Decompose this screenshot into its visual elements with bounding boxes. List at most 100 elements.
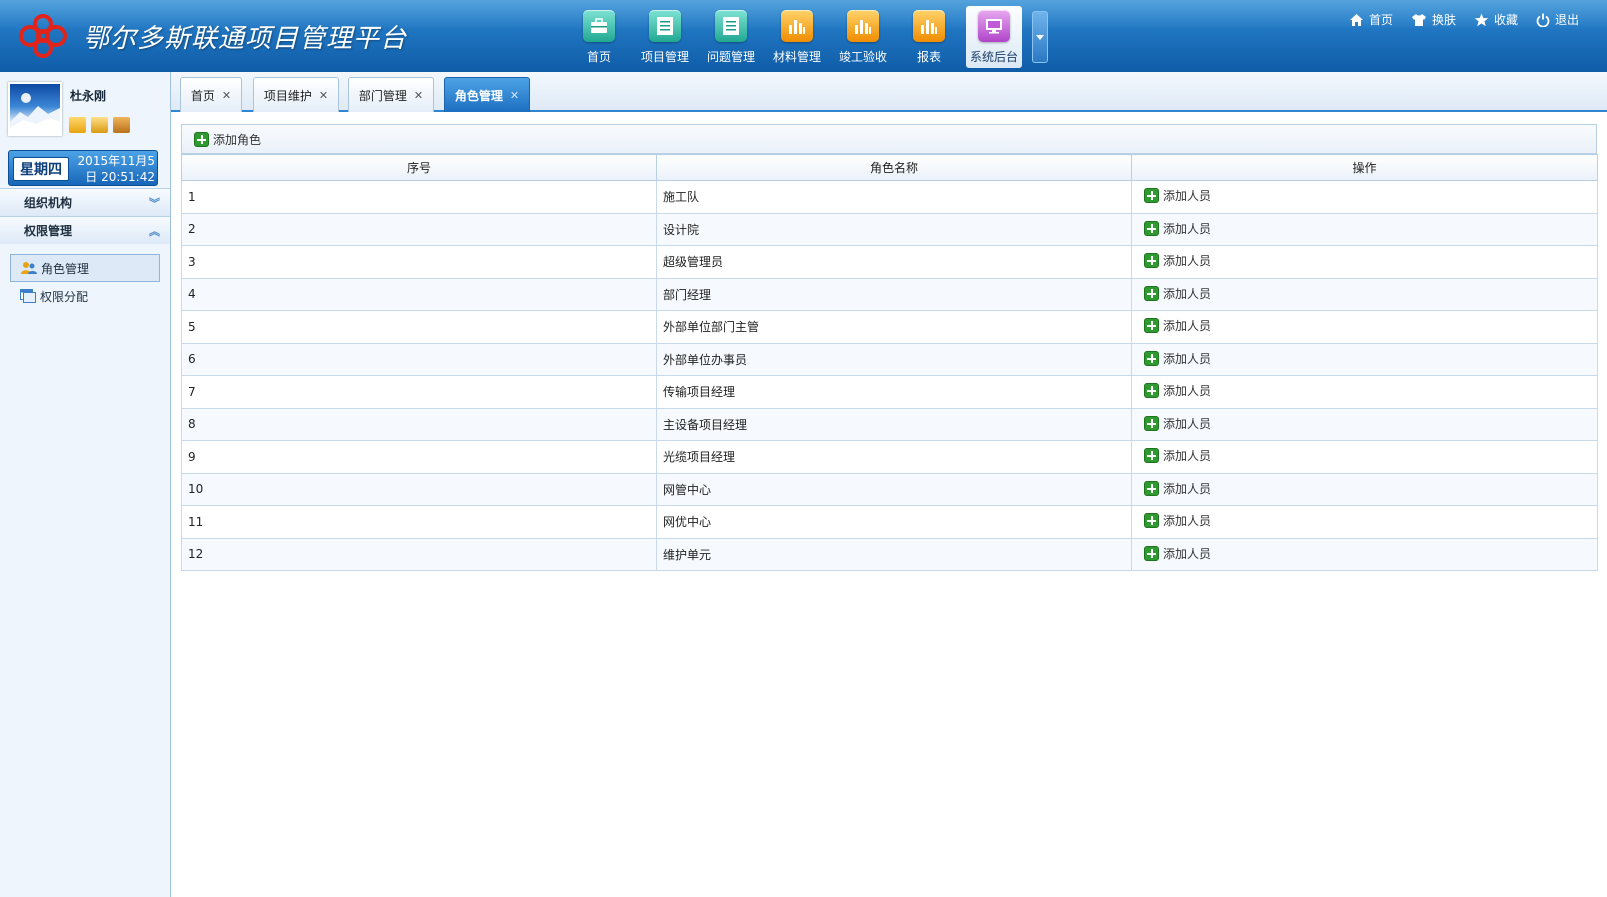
- sidebar-item-role-management[interactable]: 角色管理: [10, 254, 160, 282]
- nav-project-management[interactable]: 项目管理: [632, 6, 698, 68]
- add-member-button[interactable]: 添加人员: [1144, 382, 1211, 399]
- nav-more-button[interactable]: [1032, 11, 1048, 63]
- tab-role-management[interactable]: 角色管理 ✕: [444, 77, 530, 112]
- column-header-role-name[interactable]: 角色名称: [656, 154, 1132, 181]
- cell-no: 1: [181, 180, 657, 214]
- toplink-favorite[interactable]: 收藏: [1474, 11, 1518, 28]
- add-member-button[interactable]: 添加人员: [1144, 415, 1211, 432]
- add-member-button[interactable]: 添加人员: [1144, 447, 1211, 464]
- power-icon: [1536, 13, 1550, 27]
- close-icon[interactable]: ✕: [319, 89, 328, 102]
- sidebar-item-permission-assign[interactable]: 权限分配: [10, 282, 160, 310]
- add-member-label: 添加人员: [1163, 384, 1212, 399]
- nav-home[interactable]: 首页: [566, 6, 632, 68]
- toplink-logout[interactable]: 退出: [1536, 11, 1579, 28]
- add-member-label: 添加人员: [1163, 546, 1212, 561]
- date-panel: 星期四 2015年11月5日 20:51:42: [8, 150, 158, 186]
- cell-role-name: 部门经理: [656, 277, 1132, 311]
- user-folder-icon[interactable]: [69, 117, 86, 133]
- briefcase-icon: [583, 10, 615, 42]
- cell-no: 4: [181, 277, 657, 311]
- cell-role-name: 超级管理员: [656, 245, 1132, 279]
- add-member-button[interactable]: 添加人员: [1144, 252, 1211, 269]
- top-navigation: 首页 项目管理 问题管理 材料管理 竣工验收 报表 系统后台: [566, 6, 1048, 68]
- user-panel: 杜永刚 星期四 2015年11月5日 20:51:42: [0, 72, 170, 188]
- cell-actions: 添加人员: [1131, 245, 1598, 279]
- bar-chart-icon: [913, 10, 945, 42]
- table-row[interactable]: 5 外部单位部门主管 添加人员: [181, 310, 1598, 344]
- tab-project-maintenance[interactable]: 项目维护 ✕: [253, 77, 339, 112]
- nav-reports[interactable]: 报表: [896, 6, 962, 68]
- cell-role-name: 主设备项目经理: [656, 407, 1132, 441]
- table-row[interactable]: 4 部门经理 添加人员: [181, 277, 1598, 311]
- table-row[interactable]: 8 主设备项目经理 添加人员: [181, 407, 1598, 441]
- add-member-label: 添加人员: [1163, 189, 1212, 204]
- unicom-logo-icon: [19, 14, 67, 58]
- cell-role-name: 外部单位部门主管: [656, 310, 1132, 344]
- tab-home[interactable]: 首页 ✕: [180, 77, 242, 112]
- nav-label: 问题管理: [706, 50, 755, 64]
- cell-actions: 添加人员: [1131, 180, 1598, 214]
- menu-section-organization[interactable]: 组织机构 ︾: [0, 188, 170, 216]
- table-row[interactable]: 6 外部单位办事员 添加人员: [181, 342, 1598, 376]
- user-book-icon[interactable]: [113, 117, 130, 133]
- permissions-submenu: 角色管理 权限分配: [0, 244, 170, 310]
- column-header-no[interactable]: 序号: [181, 154, 657, 181]
- users-icon: [21, 262, 37, 274]
- avatar[interactable]: [8, 82, 62, 136]
- close-icon[interactable]: ✕: [222, 89, 231, 102]
- table-row[interactable]: 3 超级管理员 添加人员: [181, 245, 1598, 279]
- nav-system-admin[interactable]: 系统后台: [966, 6, 1022, 68]
- add-member-button[interactable]: 添加人员: [1144, 512, 1211, 529]
- cell-no: 10: [181, 472, 657, 506]
- tab-label: 项目维护: [263, 88, 312, 103]
- column-header-actions[interactable]: 操作: [1131, 154, 1598, 181]
- table-row[interactable]: 1 施工队 添加人员: [181, 180, 1598, 214]
- add-member-label: 添加人员: [1163, 254, 1212, 269]
- table-row[interactable]: 7 传输项目经理 添加人员: [181, 375, 1598, 409]
- cell-no: 2: [181, 212, 657, 246]
- menu-section-label: 组织机构: [24, 196, 73, 210]
- toplink-skin[interactable]: 换肤: [1411, 11, 1456, 28]
- sidebar-item-label: 角色管理: [41, 261, 90, 276]
- add-member-button[interactable]: 添加人员: [1144, 545, 1211, 562]
- table-row[interactable]: 9 光缆项目经理 添加人员: [181, 440, 1598, 474]
- add-member-button[interactable]: 添加人员: [1144, 480, 1211, 497]
- close-icon[interactable]: ✕: [414, 89, 423, 102]
- table-row[interactable]: 2 设计院 添加人员: [181, 212, 1598, 246]
- tab-label: 部门管理: [358, 88, 407, 103]
- cell-actions: 添加人员: [1131, 472, 1598, 506]
- table-row[interactable]: 12 维护单元 添加人员: [181, 537, 1598, 571]
- add-member-button[interactable]: 添加人员: [1144, 350, 1211, 367]
- user-lock-icon[interactable]: [91, 117, 108, 133]
- nav-material-management[interactable]: 材料管理: [764, 6, 830, 68]
- table-row[interactable]: 10 网管中心 添加人员: [181, 472, 1598, 506]
- cell-role-name: 维护单元: [656, 537, 1132, 571]
- add-member-button[interactable]: 添加人员: [1144, 187, 1211, 204]
- chevron-double-up-icon: ︽: [149, 224, 160, 238]
- add-member-button[interactable]: 添加人员: [1144, 285, 1211, 302]
- add-member-button[interactable]: 添加人员: [1144, 317, 1211, 334]
- tab-department-management[interactable]: 部门管理 ✕: [348, 77, 434, 112]
- add-icon: [194, 131, 209, 147]
- add-member-label: 添加人员: [1163, 514, 1212, 529]
- add-member-button[interactable]: 添加人员: [1144, 220, 1211, 237]
- close-icon[interactable]: ✕: [510, 89, 519, 102]
- user-actions: [69, 117, 130, 133]
- tab-bar: 首页 ✕ 项目维护 ✕ 部门管理 ✕ 角色管理 ✕: [171, 72, 1607, 112]
- nav-acceptance[interactable]: 竣工验收: [830, 6, 896, 68]
- toplink-home[interactable]: 首页: [1349, 11, 1393, 28]
- toolbar: 添加角色: [181, 124, 1597, 154]
- cell-actions: 添加人员: [1131, 342, 1598, 376]
- chevron-down-icon: [1036, 34, 1044, 40]
- menu-section-label: 权限管理: [24, 224, 73, 238]
- nav-label: 首页: [586, 50, 611, 64]
- table-row[interactable]: 11 网优中心 添加人员: [181, 505, 1598, 539]
- cell-role-name: 网优中心: [656, 505, 1132, 539]
- menu-section-permissions[interactable]: 权限管理 ︽: [0, 216, 170, 244]
- nav-issue-management[interactable]: 问题管理: [698, 6, 764, 68]
- weekday-label: 星期四: [13, 157, 69, 181]
- add-role-label: 添加角色: [213, 132, 262, 147]
- cell-no: 6: [181, 342, 657, 376]
- add-role-button[interactable]: 添加角色: [194, 131, 261, 148]
